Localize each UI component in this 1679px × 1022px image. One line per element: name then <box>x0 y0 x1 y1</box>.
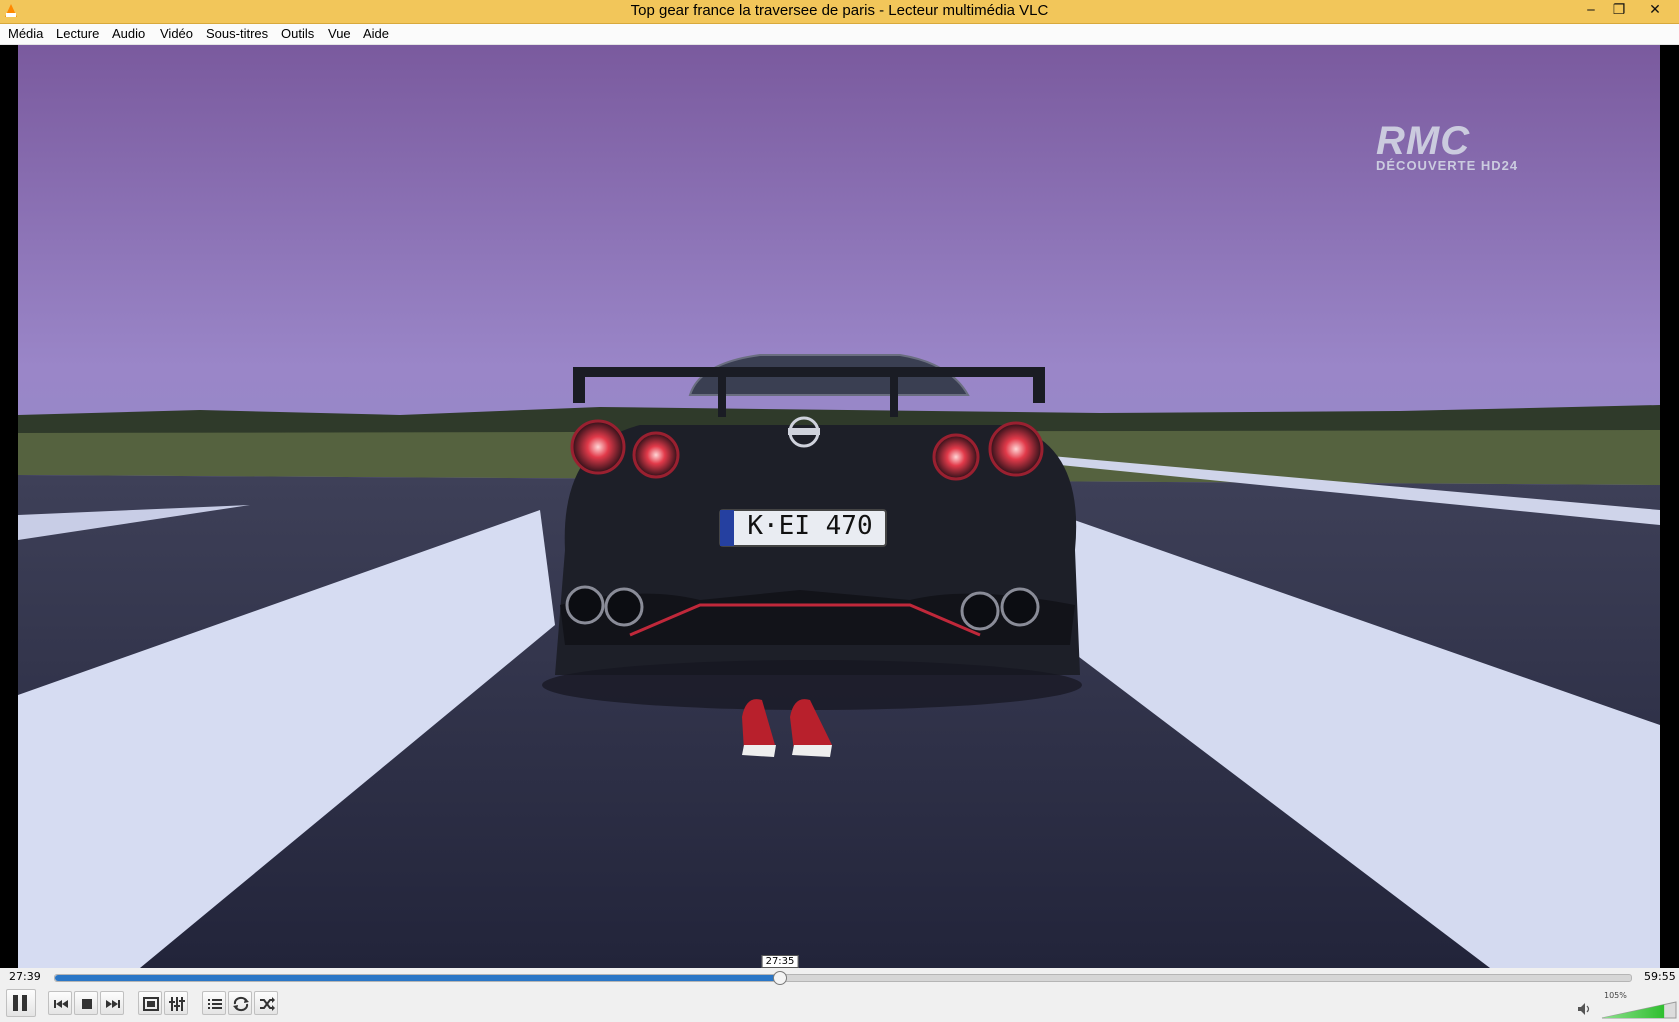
fullscreen-button[interactable] <box>138 991 162 1015</box>
seek-progress <box>55 975 780 981</box>
playlist-icon <box>208 999 222 1009</box>
loop-button[interactable] <box>228 991 252 1015</box>
next-button[interactable] <box>100 991 124 1015</box>
menu-tools[interactable]: Outils <box>281 26 314 41</box>
total-time: 59:55 <box>1644 970 1676 983</box>
seek-slider[interactable]: 27:35 <box>54 955 1632 985</box>
previous-icon <box>54 1000 68 1008</box>
playlist-button[interactable] <box>202 991 226 1015</box>
menu-audio[interactable]: Audio <box>112 26 145 41</box>
menu-lecture[interactable]: Lecture <box>56 26 99 41</box>
menu-view[interactable]: Vue <box>328 26 351 41</box>
maximize-button[interactable]: ❐ <box>1605 0 1633 22</box>
stop-button[interactable] <box>74 991 98 1015</box>
speaker-icon[interactable] <box>1577 1002 1593 1016</box>
loop-icon <box>233 996 249 1012</box>
close-button[interactable]: ✕ <box>1641 0 1669 22</box>
pause-button[interactable] <box>6 989 36 1017</box>
minimize-button[interactable]: ‒ <box>1577 0 1605 22</box>
extended-settings-button[interactable] <box>164 991 188 1015</box>
title-bar: Top gear france la traversee de paris - … <box>0 0 1679 24</box>
volume-percent: 105% <box>1604 991 1627 1000</box>
menu-help[interactable]: Aide <box>363 26 389 41</box>
shuffle-icon <box>260 997 275 1011</box>
next-icon <box>106 1000 120 1008</box>
stop-icon <box>82 999 92 1009</box>
menu-video[interactable]: Vidéo <box>160 26 193 41</box>
seek-time-tooltip: 27:35 <box>761 955 799 968</box>
pause-icon <box>13 995 27 1011</box>
elapsed-time: 27:39 <box>9 970 41 983</box>
menu-media[interactable]: Média <box>8 26 43 41</box>
license-plate-text: K·EI 470 <box>747 511 873 541</box>
control-bar: 105% <box>0 986 1679 1022</box>
previous-button[interactable] <box>48 991 72 1015</box>
menu-subtitles[interactable]: Sous-titres <box>206 26 268 41</box>
shuffle-button[interactable] <box>254 991 278 1015</box>
extended-settings-icon <box>169 997 185 1011</box>
video-frame <box>0 45 1679 968</box>
seek-handle[interactable] <box>773 971 787 985</box>
video-surface[interactable]: RMC DÉCOUVERTE HD24 K·EI 470 <box>0 45 1679 968</box>
fullscreen-icon <box>143 997 159 1011</box>
menu-bar: Média Lecture Audio Vidéo Sous-titres Ou… <box>0 24 1679 45</box>
window-title: Top gear france la traversee de paris - … <box>630 2 1049 19</box>
rmc-watermark-logo: RMC DÉCOUVERTE HD24 <box>1376 119 1519 173</box>
volume-slider[interactable] <box>1600 1000 1678 1020</box>
seek-bar-row: 27:39 27:35 59:55 <box>0 955 1679 986</box>
